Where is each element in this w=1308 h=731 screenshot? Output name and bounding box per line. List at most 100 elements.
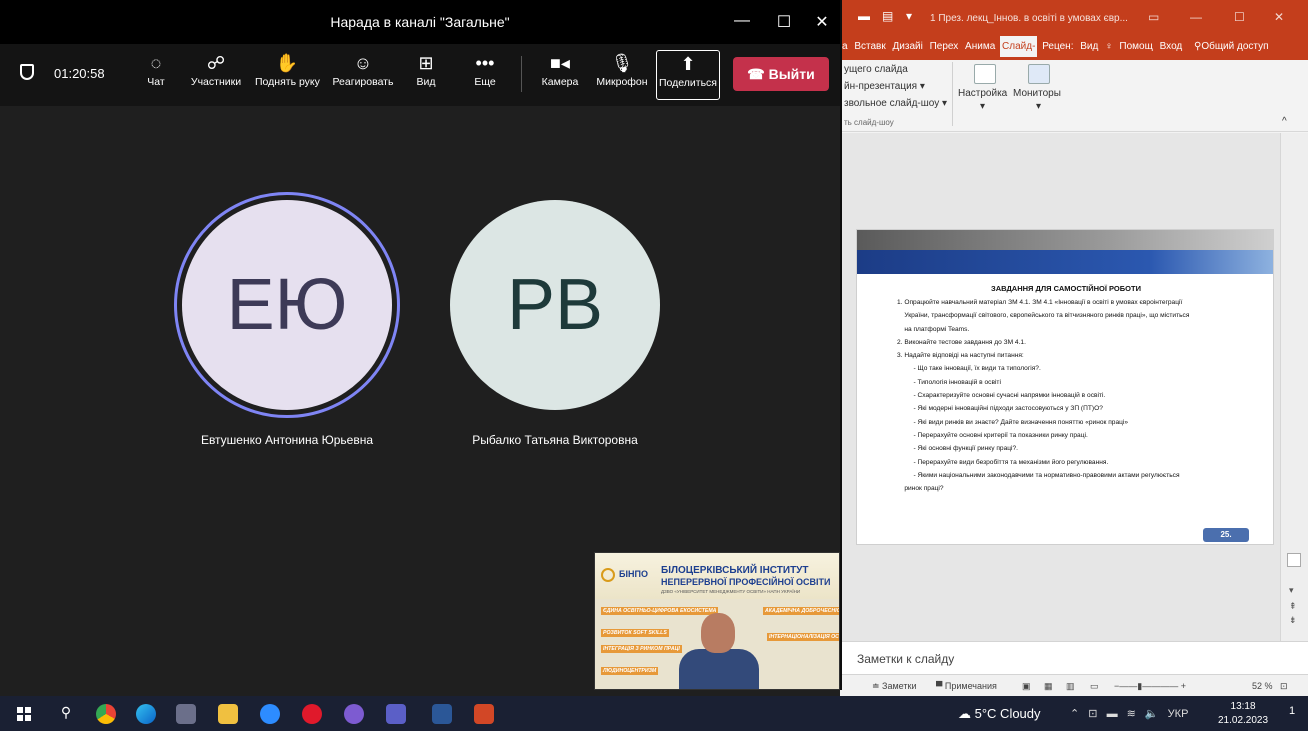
slide-text-line: - Схарактеризуйте основні сучасні напрям… bbox=[897, 392, 1106, 400]
tab-slideshow[interactable]: Слайд- bbox=[1000, 36, 1038, 57]
camera-button[interactable]: ■◂ Камера bbox=[538, 50, 582, 100]
prev-slide-icon[interactable]: ⇞ bbox=[1289, 601, 1297, 612]
tray-chevron-icon[interactable]: ⌃ bbox=[1070, 708, 1079, 720]
next-slide-icon[interactable]: ⇟ bbox=[1289, 615, 1297, 626]
slide-25[interactable]: ЗАВДАННЯ ДЛЯ САМОСТІЙНОЇ РОБОТИ 1. Опрац… bbox=[856, 229, 1274, 545]
scroll-down-icon[interactable]: ▾ bbox=[1289, 585, 1294, 596]
slide-text-line: ринок праці? bbox=[897, 485, 944, 493]
chrome-icon[interactable] bbox=[96, 704, 116, 724]
windows-start-icon[interactable] bbox=[14, 704, 34, 724]
more-button[interactable]: ••• Еще bbox=[470, 50, 500, 100]
close-icon[interactable]: ✕ bbox=[812, 12, 832, 32]
slide-text-line: - Типологія інновацій в освіті bbox=[897, 378, 1001, 386]
phone-hangup-icon: ☎ bbox=[747, 66, 769, 82]
maximize-icon[interactable]: ☐ bbox=[774, 12, 794, 32]
powerpoint-icon[interactable] bbox=[474, 704, 494, 724]
teams-icon[interactable] bbox=[386, 704, 406, 724]
share-button[interactable]: ⚲ Общий доступ bbox=[1192, 36, 1271, 57]
raise-hand-button[interactable]: ✋ Поднять руку bbox=[255, 50, 320, 100]
tab-insert[interactable]: Вставк bbox=[852, 36, 887, 57]
notes-pane[interactable]: Заметки к слайду bbox=[840, 641, 1308, 674]
leave-button[interactable]: ☎ Выйти bbox=[733, 57, 829, 91]
tab-animations[interactable]: Анима bbox=[963, 36, 997, 57]
participant-avatar-1[interactable]: ЕЮ bbox=[182, 200, 392, 410]
monitors-button[interactable]: Мониторы bbox=[1013, 88, 1061, 99]
more-icon: ••• bbox=[475, 53, 495, 73]
monitor-icon bbox=[1028, 64, 1050, 84]
slide-text-line: - Які модерні інноваційні підходи застос… bbox=[897, 405, 1103, 413]
tab-transitions[interactable]: Перех bbox=[928, 36, 961, 57]
clock-date: 21.02.2023 bbox=[1218, 715, 1269, 726]
file-explorer-icon[interactable] bbox=[218, 704, 238, 724]
zoom-level[interactable]: 52 % bbox=[1252, 681, 1273, 691]
setup-slideshow-button[interactable]: Настройка bbox=[958, 88, 1007, 99]
notifications-icon[interactable]: 1 bbox=[1284, 705, 1300, 721]
participant-name-1: Евтушенко Антонина Юрьевна bbox=[200, 433, 374, 447]
tab-review[interactable]: Рецен: bbox=[1040, 36, 1075, 57]
comments-button[interactable]: ▀ Примечания bbox=[936, 681, 997, 691]
search-icon[interactable]: ⚲ bbox=[56, 704, 76, 724]
mic-button[interactable]: 🎙 Микрофон bbox=[592, 50, 652, 100]
presenter-video[interactable]: БІНПО БІЛОЦЕРКІВСЬКИЙ ІНСТИТУТ НЕПЕРЕРВН… bbox=[594, 552, 840, 690]
battery-icon[interactable]: ▬ bbox=[1107, 708, 1118, 720]
collapse-ribbon-icon[interactable]: ^ bbox=[1282, 116, 1287, 127]
tab-design[interactable]: Дизайі bbox=[891, 36, 925, 57]
vertical-scrollbar[interactable]: ▾ ⇞ ⇟ bbox=[1280, 133, 1308, 641]
weather-widget[interactable]: ☁ 5°C Cloudy bbox=[958, 706, 1041, 722]
qat-dropdown-icon[interactable]: ▾ bbox=[906, 9, 912, 23]
system-clock[interactable]: 13:18 21.02.2023 bbox=[1218, 700, 1268, 728]
tab-signin[interactable]: Вход bbox=[1158, 36, 1185, 57]
present-icon[interactable]: ▤ bbox=[882, 9, 893, 23]
toolbar-divider bbox=[521, 56, 522, 92]
online-presentation-button[interactable]: йн-презентация ▾ bbox=[844, 81, 925, 92]
custom-slideshow-button[interactable]: звольное слайд-шоу ▾ bbox=[844, 98, 947, 109]
institute-logo-text: БІНПО bbox=[619, 569, 648, 579]
smile-icon: ☺ bbox=[353, 53, 373, 73]
close-icon[interactable]: ✕ bbox=[1274, 10, 1284, 24]
save-icon[interactable]: ▬ bbox=[858, 9, 870, 23]
scroll-thumb[interactable] bbox=[1287, 553, 1301, 567]
zoom-slider[interactable]: −——▮———— + bbox=[1114, 681, 1186, 692]
from-current-slide-button[interactable]: ущего слайда bbox=[844, 64, 908, 75]
zoom-icon[interactable] bbox=[260, 704, 280, 724]
tab-view[interactable]: Вид bbox=[1078, 36, 1100, 57]
teams-meeting-window: Нарада в каналі "Загальне" — ☐ ✕ 01:20:5… bbox=[0, 0, 842, 690]
view-button[interactable]: ⊞ Вид bbox=[412, 50, 440, 100]
banner-keyword: ЛЮДИНОЦЕНТРИЗМ bbox=[601, 667, 659, 675]
wifi-icon[interactable]: ≋ bbox=[1127, 708, 1136, 720]
banner-keyword: ІНТЕРНАЦІОНАЛІЗАЦІЯ ОСВІТИ bbox=[767, 633, 839, 641]
ribbon-display-icon[interactable]: ▭ bbox=[1148, 10, 1159, 24]
cloud-icon: ☁ bbox=[958, 706, 975, 721]
ppt-ribbon: ущего слайда йн-презентация ▾ звольное с… bbox=[840, 60, 1308, 132]
tab-help[interactable]: Помощ bbox=[1117, 36, 1154, 57]
edge-icon[interactable] bbox=[136, 704, 156, 724]
slide-sorter-icon[interactable]: ▦ bbox=[1044, 681, 1053, 692]
photo-app-icon[interactable] bbox=[176, 704, 196, 724]
banner-keyword: АКАДЕМІЧНА ДОБРОЧЕСНІСТЬ bbox=[763, 607, 839, 615]
slide-title: ЗАВДАННЯ ДЛЯ САМОСТІЙНОЇ РОБОТИ bbox=[991, 284, 1141, 293]
system-tray[interactable]: ⌃ ⊡ ▬ ≋ 🔈 УКР bbox=[1070, 707, 1188, 720]
viber-icon[interactable] bbox=[344, 704, 364, 724]
slideshow-view-icon[interactable]: ▭ bbox=[1090, 681, 1099, 692]
volume-icon[interactable]: 🔈 bbox=[1145, 708, 1159, 720]
banner-line-3: ДЗВО «УНІВЕРСИТЕТ МЕНЕДЖМЕНТУ ОСВІТИ» НА… bbox=[661, 589, 801, 594]
maximize-icon[interactable]: ☐ bbox=[1234, 10, 1245, 24]
share-screen-button[interactable]: ⬆ Поделиться bbox=[656, 50, 720, 100]
chat-button[interactable]: ◌ Чат bbox=[140, 50, 172, 100]
slide-text-line: 3. Надайте відповіді на наступні питання… bbox=[897, 352, 1024, 360]
fit-to-window-icon[interactable]: ⊡ bbox=[1280, 681, 1288, 692]
opera-icon[interactable] bbox=[302, 704, 322, 724]
word-icon[interactable] bbox=[432, 704, 452, 724]
meet-now-icon[interactable]: ⊡ bbox=[1088, 708, 1097, 720]
react-button[interactable]: ☺ Реагировать bbox=[330, 50, 396, 100]
minimize-icon[interactable]: — bbox=[1190, 10, 1202, 24]
notes-button[interactable]: ≐ Заметки bbox=[872, 681, 916, 692]
participants-button[interactable]: ☍ Участники bbox=[188, 50, 244, 100]
normal-view-icon[interactable]: ▣ bbox=[1022, 681, 1031, 692]
ppt-file-title: 1 През. лекц_Іннов. в освіті в умовах єв… bbox=[930, 13, 1128, 24]
minimize-icon[interactable]: — bbox=[732, 12, 752, 30]
participant-avatar-2[interactable]: РВ bbox=[450, 200, 660, 410]
input-language[interactable]: УКР bbox=[1168, 708, 1189, 720]
reading-view-icon[interactable]: ▥ bbox=[1066, 681, 1075, 692]
ribbon-group-label: ть слайд-шоу bbox=[844, 118, 894, 127]
